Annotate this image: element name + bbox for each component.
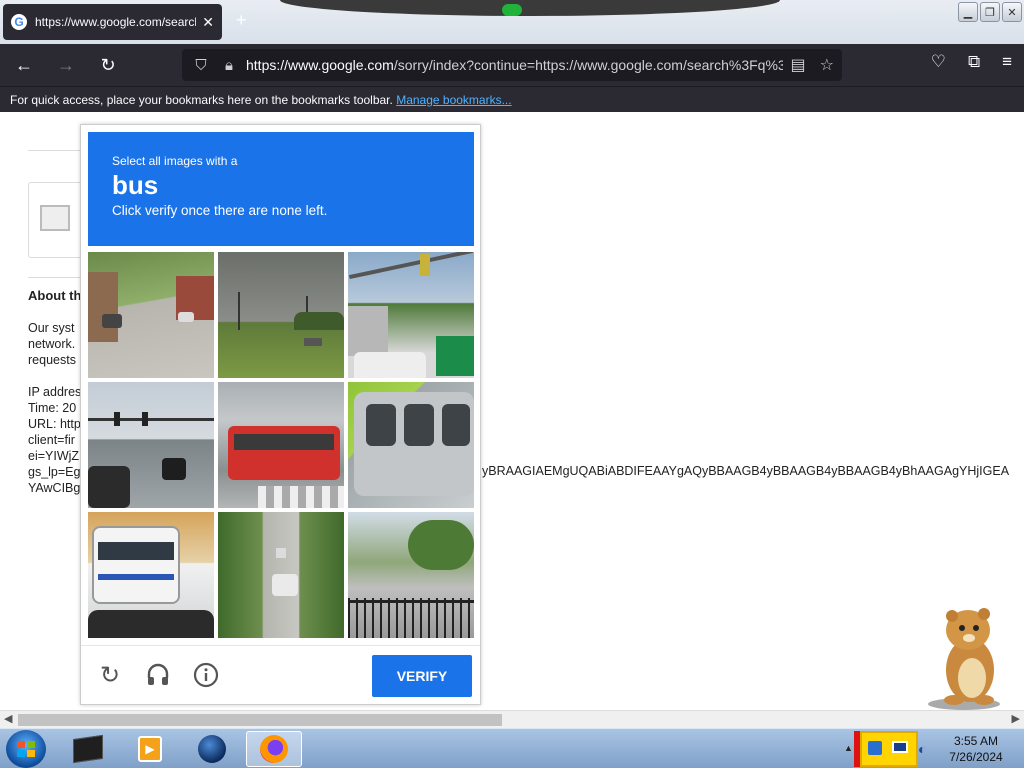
google-favicon-icon: G xyxy=(11,14,27,30)
back-button[interactable]: ← xyxy=(6,49,42,81)
target-object: bus xyxy=(112,170,159,200)
tray-expand-icon[interactable]: ▲ xyxy=(844,743,853,753)
reload-challenge-icon[interactable]: ↻ xyxy=(95,660,125,690)
explanation-line: requests xyxy=(28,353,76,367)
address-bar[interactable]: ⛉ 🔒︎ https://www.google.com/sorry/index?… xyxy=(182,49,842,81)
pocket-icon[interactable]: ♡ xyxy=(931,52,946,72)
image-tile[interactable] xyxy=(348,252,474,378)
reader-view-icon[interactable]: ▤ xyxy=(791,55,806,75)
title-bar: G https://www.google.com/search ✕ + ▁ ❐ … xyxy=(0,0,1024,44)
bookmarks-toolbar: For quick access, place your bookmarks h… xyxy=(0,86,1024,112)
display-icon[interactable] xyxy=(892,741,908,753)
taskbar-app-media-player[interactable]: ▶ xyxy=(122,731,178,767)
horizontal-scrollbar[interactable]: ◀ ▶ xyxy=(0,710,1024,728)
scroll-right-icon[interactable]: ▶ xyxy=(1012,712,1020,725)
detail-line: Time: 20 xyxy=(28,401,77,415)
info-icon[interactable] xyxy=(191,660,221,690)
webcam-indicator xyxy=(502,4,522,16)
tray-highlight-box xyxy=(860,731,918,767)
detail-line: gs_lp=Eg xyxy=(28,465,81,479)
clock-date: 7/26/2024 xyxy=(949,750,1003,764)
windows-logo-icon xyxy=(17,741,35,757)
minimize-button[interactable]: ▁ xyxy=(958,2,978,22)
extensions-icon[interactable]: ⧉ xyxy=(968,52,980,72)
close-window-button[interactable]: ✕ xyxy=(1002,2,1022,22)
restore-button[interactable]: ❐ xyxy=(980,2,1000,22)
url-text[interactable]: https://www.google.com/sorry/index?conti… xyxy=(246,57,783,73)
manage-bookmarks-link[interactable]: Manage bookmarks... xyxy=(396,93,511,107)
detail-line: URL: http xyxy=(28,417,81,431)
about-heading: About th xyxy=(28,288,82,303)
image-tile[interactable] xyxy=(348,512,474,638)
window-controls: ▁ ❐ ✕ xyxy=(958,2,1022,22)
taskbar: ▶ ▲ ◐ 3:55 AM 7/26/2024 xyxy=(0,728,1024,768)
lock-icon[interactable]: 🔒︎ xyxy=(218,57,240,74)
gs-lp-value: yBRAAGIAEMgUQABiABDIFEAAYgAQyBBAAGB4yBBA… xyxy=(482,464,1010,478)
image-tile[interactable] xyxy=(348,382,474,508)
globe-icon xyxy=(198,735,226,763)
volume-icon[interactable]: ◐ xyxy=(918,741,926,757)
close-tab-icon[interactable]: ✕ xyxy=(202,14,214,31)
divider xyxy=(28,277,88,278)
bookmark-star-icon[interactable]: ☆ xyxy=(820,55,834,75)
terminal-icon xyxy=(73,734,103,764)
new-tab-icon[interactable]: + xyxy=(236,10,247,31)
instruction-subtext: Click verify once there are none left. xyxy=(112,203,328,218)
forward-button[interactable]: → xyxy=(48,49,84,81)
divider xyxy=(28,150,88,151)
image-tile[interactable] xyxy=(88,382,214,508)
clock-time: 3:55 AM xyxy=(953,734,999,748)
recaptcha-challenge: Select all images with a bus Click verif… xyxy=(80,124,481,705)
detail-line: IP addres xyxy=(28,385,82,399)
reload-button[interactable]: ↻ xyxy=(90,49,126,81)
image-tile[interactable] xyxy=(88,252,214,378)
instruction-text: Select all images with a xyxy=(112,154,238,168)
taskbar-app-firefox[interactable] xyxy=(246,731,302,767)
scrollbar-thumb[interactable] xyxy=(18,714,502,726)
navigation-bar: ← → ↻ ⛉ 🔒︎ https://www.google.com/sorry/… xyxy=(0,44,1024,86)
network-icon[interactable] xyxy=(868,741,882,755)
desktop-pet-hamster xyxy=(918,604,1012,712)
detail-line: ei=YIWjZ xyxy=(28,449,80,463)
image-tile[interactable] xyxy=(218,512,344,638)
challenge-footer: ↻ VERIFY xyxy=(81,645,480,705)
tab-title: https://www.google.com/search xyxy=(35,15,197,29)
image-tile[interactable] xyxy=(218,252,344,378)
detail-line: YAwCIBg xyxy=(28,481,81,495)
taskbar-app-globe[interactable] xyxy=(184,731,240,767)
tab-google-search[interactable]: G https://www.google.com/search ✕ xyxy=(3,4,222,40)
webcam-notch xyxy=(280,0,780,16)
shield-icon[interactable]: ⛉ xyxy=(190,57,212,74)
explanation-line: Our syst xyxy=(28,321,75,335)
media-player-icon: ▶ xyxy=(138,736,162,762)
bookmarks-hint: For quick access, place your bookmarks h… xyxy=(10,93,393,107)
challenge-header: Select all images with a bus Click verif… xyxy=(88,132,474,246)
detail-line: client=fir xyxy=(28,433,75,447)
firefox-icon xyxy=(260,735,288,763)
scroll-left-icon[interactable]: ◀ xyxy=(4,712,12,725)
captcha-placeholder-image xyxy=(28,182,84,258)
image-tile[interactable] xyxy=(88,512,214,638)
system-tray: ▲ ◐ 3:55 AM 7/26/2024 xyxy=(840,729,1024,768)
start-button[interactable] xyxy=(6,730,46,768)
verify-button[interactable]: VERIFY xyxy=(372,655,472,697)
image-tile[interactable] xyxy=(218,382,344,508)
explanation-line: network. xyxy=(28,337,76,351)
audio-challenge-icon[interactable] xyxy=(143,660,173,690)
image-grid xyxy=(88,252,474,638)
taskbar-app-terminal[interactable] xyxy=(60,731,116,767)
system-clock[interactable]: 3:55 AM 7/26/2024 xyxy=(932,733,1020,765)
menu-icon[interactable]: ≡ xyxy=(1002,52,1012,72)
